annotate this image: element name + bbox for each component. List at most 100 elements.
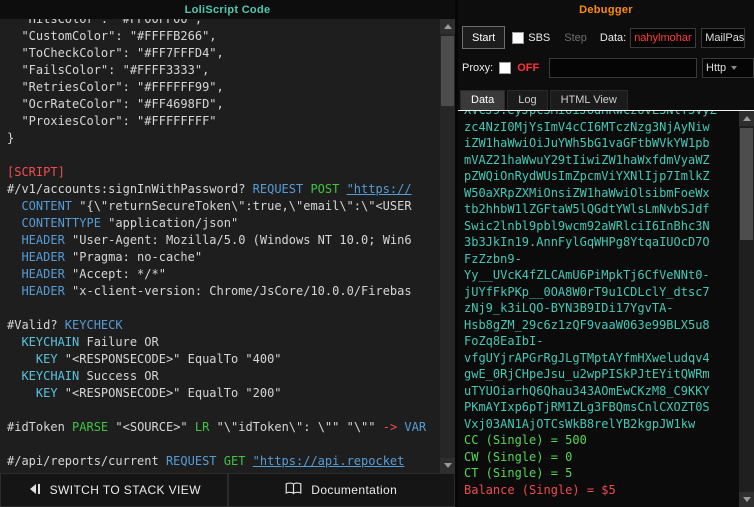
editor-scrollbar[interactable] <box>440 19 455 473</box>
editor-scrollbar-thumb[interactable] <box>441 36 454 106</box>
log-token-line: vfgUYjrAPGrRgJLgTMptAYfmHXweludqv4 <box>464 350 710 365</box>
code-editor[interactable]: "HitsColor": "#FF00FF00", "CustomColor":… <box>0 19 455 473</box>
code-token: "https://api.repocket <box>252 454 405 468</box>
code-line: HEADER "Accept: */*" <box>7 266 438 283</box>
arrow-down-icon <box>742 497 751 502</box>
proxy-input[interactable] <box>549 58 697 78</box>
code-line: #idToken PARSE "<SOURCE>" LR "\"idToken\… <box>7 419 438 436</box>
wordlist-type-value: MailPass <box>705 31 745 44</box>
code-token: KEY <box>7 386 65 400</box>
arrow-up-icon <box>443 24 452 29</box>
code-line: "RetriesColor": "#FFFFFF99", <box>7 79 438 96</box>
log-variable-line: Balance (Single) = $5 <box>464 482 616 497</box>
code-token: [SCRIPT] <box>7 165 65 179</box>
code-token: GET <box>223 454 253 468</box>
sbs-checkbox[interactable] <box>512 31 525 44</box>
start-button[interactable]: Start <box>462 26 506 49</box>
log-token-line: 3b3JkIn19.AnnFylGqWHPg8YtqaIUOcD7O <box>464 235 710 249</box>
debugger-log-area[interactable]: XVCJ9.eyJpc3MiOiJodHRwczovL3NlY3VyZzc4Nz… <box>458 111 754 507</box>
code-token: "https:// <box>346 182 412 196</box>
debugger-controls-row-1: Start SBS Step Data: MailPass <box>462 26 754 49</box>
debugger-log-content: XVCJ9.eyJpc3MiOiJodHRwczovL3NlY3VyZzc4Nz… <box>464 111 737 498</box>
code-token: "FailsColor": "#FFFF3333", <box>7 63 210 77</box>
debugger-controls: Start SBS Step Data: MailPass Proxy: OFF… <box>458 19 754 89</box>
log-variable-line: CT (Single) = 5 <box>464 466 573 480</box>
log-token-line: mVAZ21haWwuY29tIiwiZW1haWxfdmVyaWZ <box>464 152 710 167</box>
wordlist-type-combo[interactable]: MailPass <box>701 27 746 48</box>
code-token: KEY <box>7 352 65 366</box>
log-token-line: zNj9_k3iLQO-BYN3B9IDi17YgvTA- <box>464 301 674 315</box>
documentation-button[interactable]: Documentation <box>227 473 455 507</box>
debug-data-input[interactable] <box>630 27 697 48</box>
debugger-title: Debugger <box>579 3 633 16</box>
proxy-label: Proxy: <box>462 62 494 74</box>
log-scrollbar[interactable] <box>739 111 754 507</box>
arrow-up-icon <box>742 116 751 121</box>
code-token: LR <box>194 420 217 434</box>
log-token-line: PKmAYIxp6pTjRM1ZLg3FBQmsCnlCXOZT0S <box>464 400 710 414</box>
code-token: -> <box>382 420 405 434</box>
code-line: "CustomColor": "#FFFFB266", <box>7 28 438 45</box>
code-line: KEY "<RESPONSECODE>" EqualTo "400" <box>7 351 438 368</box>
code-token: Success OR <box>86 369 159 383</box>
code-token: "ProxiesColor": "#FFFFFFFF" <box>7 114 217 128</box>
log-token-line: Swic2lnbl9pbl9wcm92aWRlciI6InBhc3N <box>464 218 710 233</box>
code-line: [SCRIPT] <box>7 164 438 181</box>
log-token-line: tb2hhbW1lZGFtaW5lQGdtYWlsLmNvbSJdf <box>464 202 710 216</box>
switch-to-stack-view-button[interactable]: SWITCH TO STACK VIEW <box>0 473 228 507</box>
log-token-line: XVCJ9.eyJpc3MiOiJodHRwczovL3NlY3VyZ <box>464 111 737 119</box>
code-line: #/v1/accounts:signInWithPassword? REQUES… <box>7 181 438 198</box>
loliscript-title: LoliScript Code <box>184 3 271 16</box>
code-line: CONTENT "{\"returnSecureToken\":true,\"e… <box>7 198 438 215</box>
code-token: "User-Agent: Mozilla/5.0 (Windows NT 10.… <box>72 233 412 247</box>
code-token: PARSE <box>72 420 116 434</box>
code-token: #/api/reports/current <box>7 454 166 468</box>
log-scroll-up-button[interactable] <box>739 111 754 126</box>
log-token-line: FzZzbn9- <box>464 251 522 266</box>
tab-data[interactable]: Data <box>460 90 506 110</box>
code-line: HEADER "User-Agent: Mozilla/5.0 (Windows… <box>7 232 438 249</box>
code-line: CONTENTTYPE "application/json" <box>7 215 438 232</box>
code-token: "<RESPONSECODE>" EqualTo "400" <box>64 352 282 366</box>
log-scrollbar-thumb[interactable] <box>740 128 753 240</box>
editor-bottom-bar: SWITCH TO STACK VIEW Documentation <box>0 473 455 507</box>
debugger-controls-row-2: Proxy: OFF Http <box>462 58 754 78</box>
log-token-line: Vxj03AN1AjOTCsWkB8relYB2kgpJW1kw <box>464 416 696 431</box>
code-line: KEY "<RESPONSECODE>" EqualTo "200" <box>7 385 438 402</box>
documentation-icon <box>285 482 302 498</box>
code-token: "\"idToken\": \"" "\"" <box>216 420 383 434</box>
log-token-line: uTYUOiarhQ6Qhau343AOmEwCKzM8_C9KKY <box>464 383 710 398</box>
code-line: "FailsColor": "#FFFF3333", <box>7 62 438 79</box>
code-token: #idToken <box>7 420 73 434</box>
code-token: "HitsColor": "#FF00FF00", <box>7 19 203 26</box>
code-line: #/api/reports/current REQUEST GET "https… <box>7 453 438 470</box>
code-token: CONTENT <box>7 199 80 213</box>
code-line: "ProxiesColor": "#FFFFFFFF" <box>7 113 438 130</box>
code-line: KEYCHAIN Success OR <box>7 368 438 385</box>
code-token: HEADER <box>7 250 73 264</box>
log-token-line: FoZq8EaIbI- <box>464 334 544 348</box>
code-line: "HitsColor": "#FF00FF00", <box>7 19 438 28</box>
code-line: "ToCheckColor": "#FF7FFFD4", <box>7 45 438 62</box>
proxy-type-value: Http <box>706 62 727 74</box>
step-button[interactable]: Step <box>564 32 587 44</box>
log-token-line: Yy__UVcK4fZLCAmU6PiMpkTj6CfVeNNt0- <box>464 268 710 282</box>
code-token: KEYCHAIN <box>7 335 87 349</box>
tab-html-view[interactable]: HTML View <box>549 90 628 110</box>
code-token: "CustomColor": "#FFFFB266", <box>7 29 217 43</box>
log-token-line: iZW1haWwiOiJuYWh5bG1vaGFtbWVkYW1pb <box>464 136 710 150</box>
proxy-type-combo[interactable]: Http <box>702 58 754 78</box>
log-token-line: jUYfFkPKp__0OA8W0rT9u1CDLclY_dtsc7 <box>464 284 710 299</box>
code-token: #Valid? <box>7 318 65 332</box>
app-window: LoliScript Code "HitsColor": "#FF00FF00"… <box>0 0 754 507</box>
switch-view-icon <box>27 483 41 498</box>
editor-scroll-down-button[interactable] <box>440 458 455 473</box>
log-scroll-down-button[interactable] <box>739 492 754 507</box>
debugger-header: Debugger <box>458 0 754 19</box>
tab-log[interactable]: Log <box>507 90 548 110</box>
editor-scroll-up-button[interactable] <box>440 19 455 34</box>
proxy-checkbox[interactable] <box>499 62 512 74</box>
